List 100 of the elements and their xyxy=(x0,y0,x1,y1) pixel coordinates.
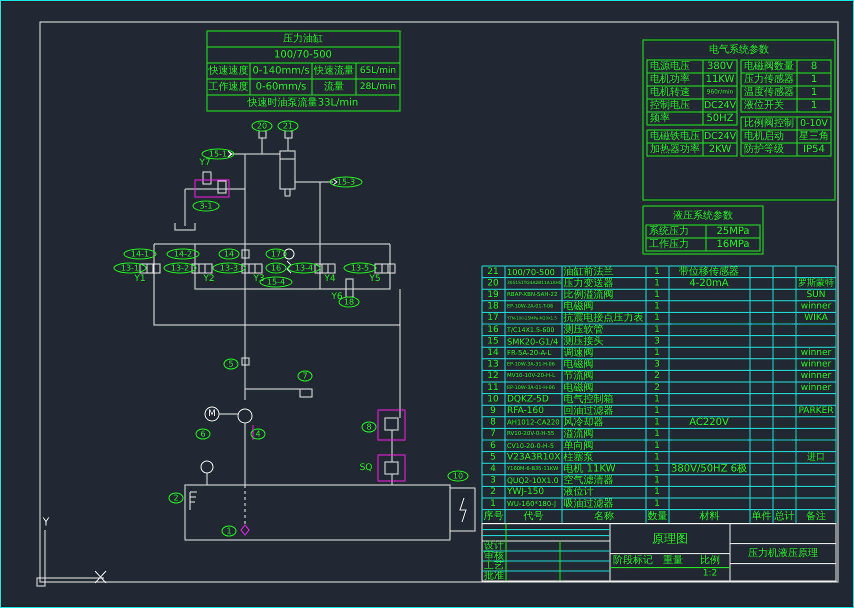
table-cell: 3 xyxy=(490,476,496,486)
table-cell: 风冷却器 xyxy=(564,417,604,428)
table-cell: 测压软管 xyxy=(564,324,604,336)
callout-label: 15-3 xyxy=(330,176,362,188)
table-cell: 0-10V xyxy=(800,118,828,129)
table-cell: 1 xyxy=(654,278,660,288)
callout-label: 13-4 xyxy=(288,262,320,274)
table-cell: 100/70-500 xyxy=(274,50,332,60)
table-cell: 快速流量 xyxy=(314,66,354,76)
table-cell: 吸油过滤器 xyxy=(564,498,614,510)
callout-label: 16 xyxy=(266,262,286,274)
table-cell: 快速速度 xyxy=(208,66,248,76)
table-cell: 7 xyxy=(490,429,496,440)
callout-label: 1 xyxy=(222,526,236,536)
table-cell: 0-140mm/s xyxy=(252,66,310,76)
table-cell: 2 xyxy=(654,371,660,382)
table-cell: RFA-160 xyxy=(507,406,544,416)
table-cell: 1 xyxy=(654,324,660,335)
table-cell: 电气控制箱 xyxy=(564,394,614,405)
table-cell: 电机 11KW xyxy=(564,464,616,474)
table-cell: DC24V xyxy=(704,131,736,142)
callout-label: 21 xyxy=(278,120,298,132)
table-cell: DC24V xyxy=(704,100,736,111)
table-cell: 回油过滤器 xyxy=(564,406,614,416)
table-cell: 比例 xyxy=(700,555,720,566)
component-label: Y2 xyxy=(203,274,215,284)
table-cell: 15 xyxy=(487,336,499,346)
table-cell: 8 xyxy=(810,61,818,72)
table-cell: 25MPa xyxy=(716,226,750,237)
table-cell: 星三角 xyxy=(799,131,829,142)
table-cell: 16 xyxy=(487,324,499,335)
table-cell: SUN xyxy=(806,290,826,300)
table-cell: 1 xyxy=(490,498,496,509)
callout-label: 14-2 xyxy=(166,248,200,260)
table-cell: 17 xyxy=(487,313,499,324)
motor-label: M xyxy=(208,409,216,419)
table-cell: 1 xyxy=(654,429,660,440)
table-cell: 节流阀 xyxy=(564,370,594,382)
table-cell: 65L/min xyxy=(360,66,396,76)
callout-label: 13-3 xyxy=(212,262,246,274)
table-cell: 电机转速 xyxy=(650,87,690,98)
table-cell: 5 xyxy=(490,452,496,462)
table-cell: 设计 xyxy=(484,540,504,552)
table-cell: 1 xyxy=(654,290,660,300)
table-cell: 比例阀控制 xyxy=(744,118,794,129)
table-cell: 工艺 xyxy=(484,560,504,572)
table-cell: winner xyxy=(800,360,832,370)
table-cell: 14 xyxy=(487,348,499,358)
table-cell: 19 xyxy=(487,290,499,300)
callout-label: 4 xyxy=(250,428,266,440)
table-cell: 2 xyxy=(654,382,660,393)
table-cell: 油缸前法兰 xyxy=(564,266,614,278)
callout-label: 20 xyxy=(252,120,272,132)
table-cell: 溢流阀 xyxy=(564,428,594,440)
table-cell: 12 xyxy=(487,371,499,382)
table-cell: winner xyxy=(800,302,832,312)
table-cell: AC220V xyxy=(689,417,729,428)
table-cell: 1 xyxy=(810,87,818,98)
table-cell: 1 xyxy=(810,100,818,111)
table-cell: SMK20-G1/4 xyxy=(507,336,558,346)
drawing-title: 原理图 xyxy=(652,532,688,546)
table-cell: DQKZ-5D xyxy=(507,394,549,404)
table-cell: 电机启动 xyxy=(744,131,784,142)
column-header: 材料 xyxy=(700,511,720,522)
table-cell: 1:2 xyxy=(702,568,718,579)
component-label: Y7 xyxy=(199,158,211,168)
table-cell: 3 xyxy=(654,360,660,370)
table-cell: 电磁阀数量 xyxy=(744,61,794,72)
table-cell: 调速阀 xyxy=(564,348,594,358)
callout-label: 17 xyxy=(266,248,286,260)
table-cell: 4 xyxy=(490,464,496,474)
table-cell: 压力油缸 xyxy=(283,34,323,44)
table-cell: 1 xyxy=(654,440,660,451)
table-cell: 快速时油泵流量33L/min xyxy=(248,98,358,108)
callout-label: 14-1 xyxy=(124,248,156,260)
table-cell: 控制电压 xyxy=(650,100,690,111)
table-cell: 1 xyxy=(654,394,660,404)
table-cell: V23A3R10X xyxy=(507,452,560,462)
callout-label: 3-1 xyxy=(192,200,220,212)
table-cell: 50HZ xyxy=(706,113,734,124)
table-cell: 1 xyxy=(654,498,660,509)
table-cell: 1 xyxy=(654,302,660,312)
table-cell: 柱塞泵 xyxy=(564,452,594,463)
table-cell: winner xyxy=(800,371,832,382)
table-cell: 11 xyxy=(487,382,499,393)
table-cell: 4-20mA xyxy=(689,278,729,289)
table-cell: 阶段标记 xyxy=(613,555,653,566)
table-cell: 10 xyxy=(487,394,499,404)
table-cell: WIKA xyxy=(804,313,828,324)
table-cell: 11KW xyxy=(706,74,734,85)
table-cell: 380V/50HZ 6极 xyxy=(671,464,747,474)
table-cell: 2KW xyxy=(708,144,732,155)
column-header: 备注 xyxy=(806,511,826,522)
callout-label: 13-5 xyxy=(344,262,376,274)
callout-label: 5 xyxy=(224,358,238,370)
drawing-name: 压力机液压原理 xyxy=(748,548,818,560)
table-cell: 压力变送器 xyxy=(564,278,614,289)
table-cell: 1 xyxy=(654,464,660,474)
table-cell: 液位计 xyxy=(564,486,594,498)
table-cell: 单向阀 xyxy=(564,440,594,452)
